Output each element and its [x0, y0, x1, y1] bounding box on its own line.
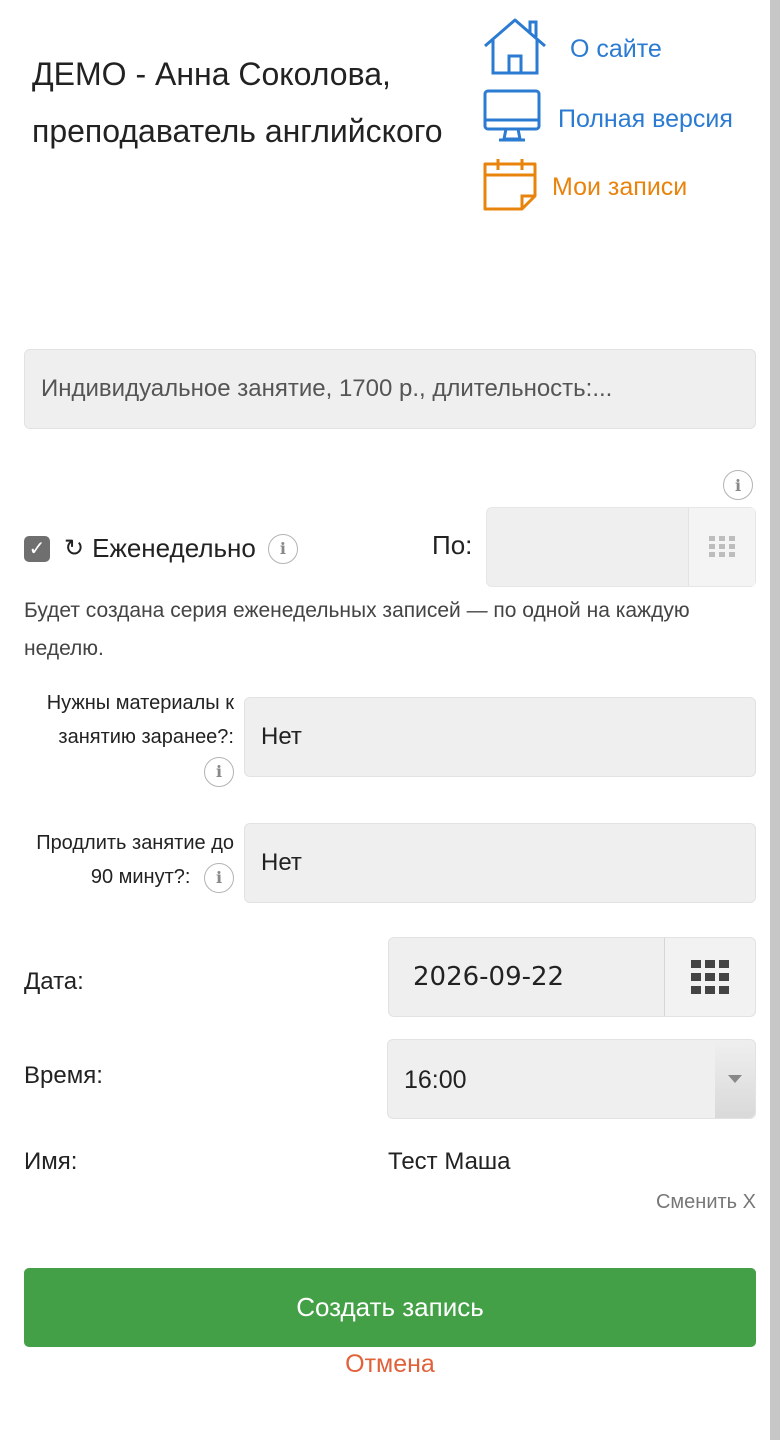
grid-icon — [709, 536, 735, 557]
materials-select[interactable]: Нет — [244, 697, 756, 777]
name-label: Имя: — [24, 1148, 78, 1175]
monitor-icon — [482, 88, 542, 151]
full-version-label: Полная версия — [558, 105, 733, 133]
scrollbar[interactable] — [770, 0, 780, 1440]
my-bookings-label: Мои записи — [552, 173, 688, 201]
name-value: Тест Маша — [388, 1148, 511, 1175]
weekly-checkbox[interactable]: ✓ — [24, 535, 50, 562]
series-note: Будет создана серия еженедельных записей… — [24, 599, 690, 660]
weekly-info-icon[interactable]: i — [267, 533, 298, 564]
change-name-link[interactable]: Сменить X — [656, 1191, 756, 1214]
extend-label: Продлить занятие до 90 минут?: i — [24, 826, 234, 894]
about-link[interactable]: О сайте — [482, 16, 662, 83]
page-title: ДЕМО - Анна Соколова, преподаватель англ… — [32, 56, 443, 149]
my-bookings-link[interactable]: Мои записи — [482, 156, 687, 219]
materials-label-text: Нужны материалы к занятию заранее?: — [46, 692, 234, 748]
repeat-icon: ↻ — [64, 535, 85, 562]
time-select[interactable]: 16:00 — [387, 1039, 756, 1119]
create-booking-button[interactable]: Создать запись — [24, 1268, 756, 1347]
service-select[interactable]: Индивидуальное занятие, 1700 р., длитель… — [24, 349, 756, 429]
info-icon[interactable]: i — [723, 470, 753, 500]
chevron-down-icon[interactable] — [715, 1040, 755, 1118]
until-date-field[interactable] — [486, 507, 756, 587]
extend-info-icon[interactable]: i — [204, 862, 234, 893]
date-label: Дата: — [24, 968, 84, 995]
materials-info-icon[interactable]: i — [204, 756, 234, 787]
time-label: Время: — [24, 1062, 103, 1089]
grid-icon — [691, 960, 729, 994]
weekly-label[interactable]: Еженедельно — [92, 533, 256, 564]
full-version-link[interactable]: Полная версия — [482, 88, 733, 151]
until-label: По: — [432, 530, 473, 560]
cancel-link[interactable]: Отмена — [0, 1350, 780, 1379]
home-icon — [482, 16, 548, 83]
time-value: 16:00 — [404, 1066, 467, 1094]
weekly-row: ✓ ↻ Еженедельно i — [24, 533, 298, 564]
materials-label: Нужны материалы к занятию заранее?: i — [24, 686, 234, 788]
date-value[interactable]: 2026-09-22 — [413, 962, 564, 992]
about-link-label: О сайте — [570, 35, 662, 63]
date-field[interactable]: 2026-09-22 — [388, 937, 756, 1017]
extend-select[interactable]: Нет — [244, 823, 756, 903]
until-calendar-button[interactable] — [688, 508, 755, 586]
calendar-icon — [482, 156, 538, 219]
date-calendar-button[interactable] — [664, 938, 755, 1016]
